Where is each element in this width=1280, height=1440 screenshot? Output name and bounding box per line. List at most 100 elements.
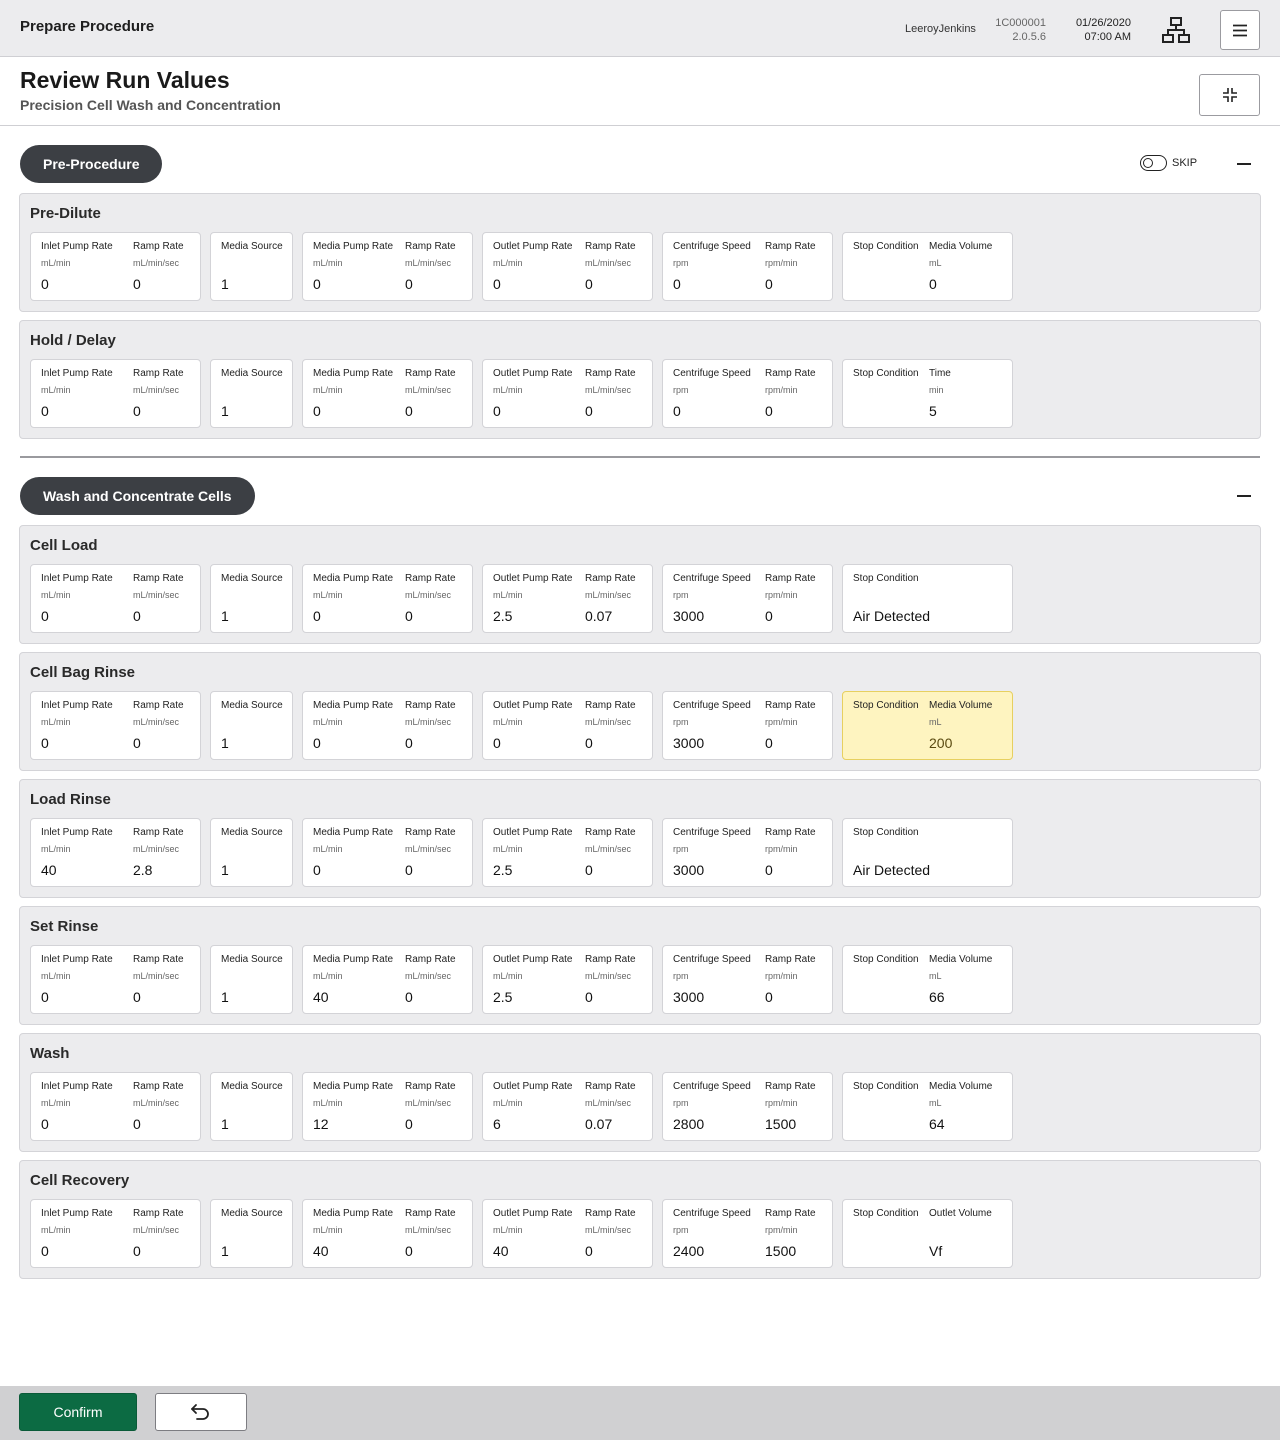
inlet-card[interactable]: Inlet Pump Rate mL/min 0 Ramp Rate mL/min/se… bbox=[30, 691, 201, 760]
card-field: Outlet Volume Vf bbox=[929, 1200, 1021, 1269]
field-value: 0 bbox=[493, 403, 501, 419]
media-card[interactable]: Media Pump Rate mL/min 0 Ramp Rate mL/min/se… bbox=[302, 564, 473, 633]
stop-card[interactable]: Stop Condition Air Detected bbox=[842, 564, 1013, 633]
inlet-card[interactable]: Inlet Pump Rate mL/min 0 Ramp Rate mL/min/se… bbox=[30, 359, 201, 428]
outlet-card[interactable]: Outlet Pump Rate mL/min 40 Ramp Rate mL/min/… bbox=[482, 1199, 653, 1268]
page-title: Review Run Values bbox=[20, 67, 230, 93]
outlet-card[interactable]: Outlet Pump Rate mL/min 2.5 Ramp Rate mL/min… bbox=[482, 945, 653, 1014]
card-field: Inlet Pump Rate mL/min 0 bbox=[41, 1200, 133, 1269]
card-field: Inlet Pump Rate mL/min 0 bbox=[41, 692, 133, 761]
field-unit: mL/min/sec bbox=[585, 971, 632, 981]
field-unit: mL/min/sec bbox=[133, 258, 180, 268]
inlet-card[interactable]: Inlet Pump Rate mL/min 0 Ramp Rate mL/min/se… bbox=[30, 945, 201, 1014]
stop-card[interactable]: Stop Condition Time min 5 bbox=[842, 359, 1013, 428]
inlet-card[interactable]: Inlet Pump Rate mL/min 0 Ramp Rate mL/min/se… bbox=[30, 1199, 201, 1268]
field-label: Inlet Pump Rate bbox=[41, 954, 113, 965]
field-unit: mL/min/sec bbox=[405, 590, 452, 600]
confirm-button[interactable]: Confirm bbox=[19, 1393, 137, 1431]
field-label: Media Volume bbox=[929, 1081, 993, 1092]
field-value: 1500 bbox=[765, 1116, 797, 1132]
hamburger-menu-icon bbox=[1233, 24, 1247, 36]
media-card[interactable]: Media Pump Rate mL/min 0 Ramp Rate mL/min/se… bbox=[302, 359, 473, 428]
group-pre-procedure[interactable]: Pre-Procedure bbox=[20, 145, 163, 183]
media-card[interactable]: Media Pump Rate mL/min 0 Ramp Rate mL/min/se… bbox=[302, 691, 473, 760]
inlet-card[interactable]: Inlet Pump Rate mL/min 40 Ramp Rate mL/min/s… bbox=[30, 818, 201, 887]
field-unit: mL/min bbox=[313, 385, 343, 395]
step-title: Set Rinse bbox=[30, 918, 99, 935]
media-source-card[interactable]: Media Source 1 bbox=[210, 818, 293, 887]
field-unit: mL/min/sec bbox=[133, 717, 180, 727]
field-value: 0 bbox=[405, 989, 413, 1005]
media-card[interactable]: Media Pump Rate mL/min 40 Ramp Rate mL/min/s… bbox=[302, 1199, 473, 1268]
skip-toggle[interactable]: SKIP bbox=[1140, 155, 1197, 171]
collapse-group-pre-procedure-button[interactable] bbox=[1228, 152, 1260, 176]
outlet-card[interactable]: Outlet Pump Rate mL/min 2.5 Ramp Rate mL/min… bbox=[482, 564, 653, 633]
centrifuge-card[interactable]: Centrifuge Speed rpm 3000 Ramp Rate rpm/min 0 bbox=[662, 945, 833, 1014]
inlet-card[interactable]: Inlet Pump Rate mL/min 0 Ramp Rate mL/min/se… bbox=[30, 564, 201, 633]
outlet-card[interactable]: Outlet Pump Rate mL/min 0 Ramp Rate mL/min/s… bbox=[482, 359, 653, 428]
field-label: Media Source bbox=[221, 954, 283, 965]
card-field: Media Volume mL 200 bbox=[929, 692, 1021, 761]
card-field: Media Pump Rate mL/min 40 bbox=[313, 946, 405, 1015]
field-value: 1 bbox=[221, 862, 229, 878]
centrifuge-card[interactable]: Centrifuge Speed rpm 3000 Ramp Rate rpm/min 0 bbox=[662, 564, 833, 633]
menu-button[interactable] bbox=[1220, 10, 1260, 50]
media-source-card[interactable]: Media Source 1 bbox=[210, 1072, 293, 1141]
field-label: Ramp Rate bbox=[585, 573, 636, 584]
card-field: Media Pump Rate mL/min 12 bbox=[313, 1073, 405, 1142]
field-label: Ramp Rate bbox=[133, 827, 184, 838]
media-source-card[interactable]: Media Source 1 bbox=[210, 1199, 293, 1268]
centrifuge-card[interactable]: Centrifuge Speed rpm 2800 Ramp Rate rpm/min 1… bbox=[662, 1072, 833, 1141]
field-value: 0 bbox=[585, 989, 593, 1005]
field-label: Time bbox=[929, 368, 951, 379]
media-source-card[interactable]: Media Source 1 bbox=[210, 232, 293, 301]
card-field: Stop Condition Air Detected bbox=[853, 819, 945, 888]
field-value: 0 bbox=[673, 276, 681, 292]
outlet-card[interactable]: Outlet Pump Rate mL/min 0 Ramp Rate mL/min/s… bbox=[482, 232, 653, 301]
centrifuge-card[interactable]: Centrifuge Speed rpm 0 Ramp Rate rpm/min 0 bbox=[662, 359, 833, 428]
stop-card[interactable]: Stop Condition Media Volume mL 66 bbox=[842, 945, 1013, 1014]
back-button[interactable] bbox=[155, 1393, 247, 1431]
field-value: 0 bbox=[585, 862, 593, 878]
stop-card[interactable]: Stop Condition Outlet Volume Vf bbox=[842, 1199, 1013, 1268]
card-field: Centrifuge Speed rpm 0 bbox=[673, 360, 765, 429]
field-value: 0 bbox=[929, 276, 937, 292]
media-source-card[interactable]: Media Source 1 bbox=[210, 945, 293, 1014]
field-label: Stop Condition bbox=[853, 954, 919, 965]
outlet-card[interactable]: Outlet Pump Rate mL/min 2.5 Ramp Rate mL/min… bbox=[482, 818, 653, 887]
stop-card[interactable]: Stop Condition Air Detected bbox=[842, 818, 1013, 887]
field-unit: mL/min bbox=[493, 1098, 523, 1108]
media-card[interactable]: Media Pump Rate mL/min 12 Ramp Rate mL/min/s… bbox=[302, 1072, 473, 1141]
media-source-card[interactable]: Media Source 1 bbox=[210, 564, 293, 633]
field-label: Media Source bbox=[221, 573, 283, 584]
field-label: Media Pump Rate bbox=[313, 241, 394, 252]
stop-card[interactable]: Stop Condition Media Volume mL 0 bbox=[842, 232, 1013, 301]
inlet-card[interactable]: Inlet Pump Rate mL/min 0 Ramp Rate mL/min/se… bbox=[30, 232, 201, 301]
inlet-card[interactable]: Inlet Pump Rate mL/min 0 Ramp Rate mL/min/se… bbox=[30, 1072, 201, 1141]
field-value: 0 bbox=[41, 735, 49, 751]
skip-switch[interactable] bbox=[1140, 155, 1167, 171]
media-card[interactable]: Media Pump Rate mL/min 0 Ramp Rate mL/min/se… bbox=[302, 818, 473, 887]
stop-card[interactable]: Stop Condition Media Volume mL 64 bbox=[842, 1072, 1013, 1141]
collapse-group-wash-button[interactable] bbox=[1228, 484, 1260, 508]
outlet-card[interactable]: Outlet Pump Rate mL/min 0 Ramp Rate mL/min/s… bbox=[482, 691, 653, 760]
centrifuge-card[interactable]: Centrifuge Speed rpm 0 Ramp Rate rpm/min 0 bbox=[662, 232, 833, 301]
field-value: 0 bbox=[405, 735, 413, 751]
media-card[interactable]: Media Pump Rate mL/min 0 Ramp Rate mL/min/se… bbox=[302, 232, 473, 301]
centrifuge-card[interactable]: Centrifuge Speed rpm 2400 Ramp Rate rpm/min 1… bbox=[662, 1199, 833, 1268]
card-field: Media Source 1 bbox=[221, 819, 313, 888]
outlet-card[interactable]: Outlet Pump Rate mL/min 6 Ramp Rate mL/min/s… bbox=[482, 1072, 653, 1141]
centrifuge-card[interactable]: Centrifuge Speed rpm 3000 Ramp Rate rpm/min 0 bbox=[662, 818, 833, 887]
field-unit: mL/min/sec bbox=[133, 844, 180, 854]
centrifuge-card[interactable]: Centrifuge Speed rpm 3000 Ramp Rate rpm/min 0 bbox=[662, 691, 833, 760]
collapse-all-button[interactable] bbox=[1199, 74, 1260, 116]
card-field: Media Pump Rate mL/min 0 bbox=[313, 565, 405, 634]
stop-card[interactable]: Stop Condition Media Volume mL 200 bbox=[842, 691, 1013, 760]
group-wash-and-concentrate-cells[interactable]: Wash and Concentrate Cells bbox=[20, 477, 255, 515]
media-card[interactable]: Media Pump Rate mL/min 40 Ramp Rate mL/min/s… bbox=[302, 945, 473, 1014]
network-icon[interactable] bbox=[1160, 16, 1192, 44]
field-value: 0 bbox=[133, 608, 141, 624]
field-label: Inlet Pump Rate bbox=[41, 573, 113, 584]
media-source-card[interactable]: Media Source 1 bbox=[210, 691, 293, 760]
media-source-card[interactable]: Media Source 1 bbox=[210, 359, 293, 428]
